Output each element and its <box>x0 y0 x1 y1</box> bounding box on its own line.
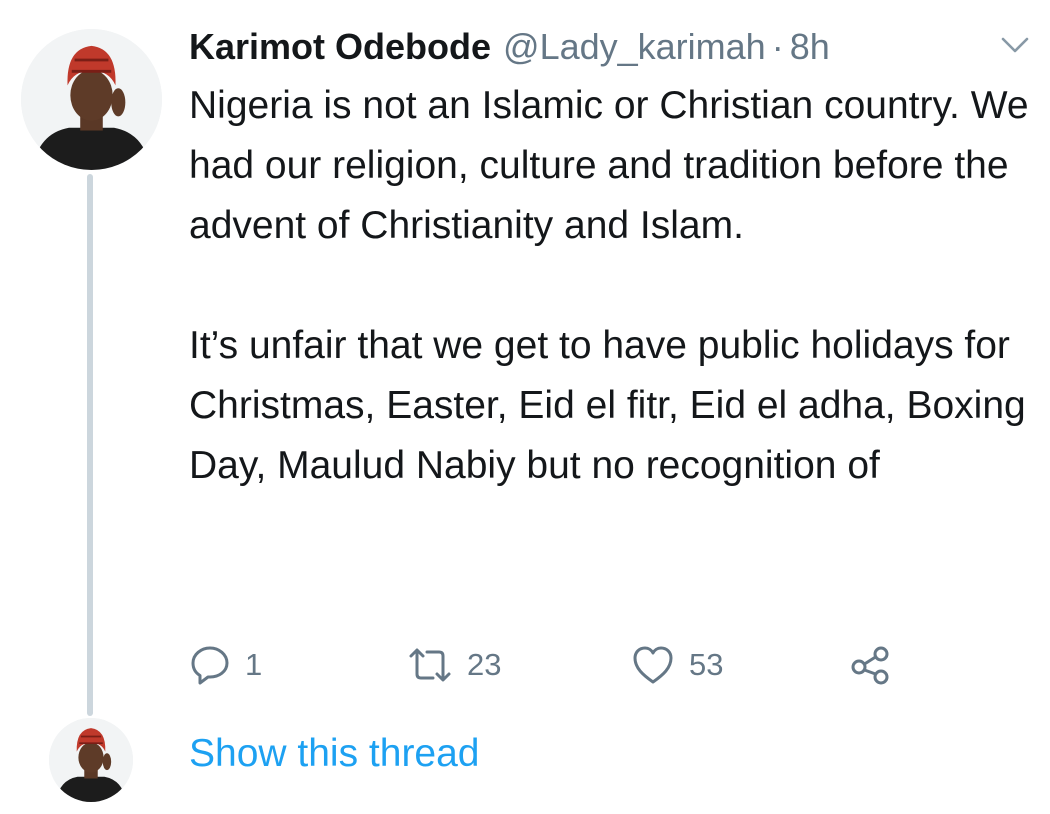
tweet-timestamp[interactable]: 8h <box>790 26 830 68</box>
tweet-header: Karimot Odebode @Lady_karimah · 8h <box>189 24 830 70</box>
reply-button[interactable]: 1 <box>189 640 262 690</box>
reply-icon <box>191 646 229 685</box>
share-button[interactable] <box>849 640 891 690</box>
tweet-menu-button[interactable] <box>1000 34 1030 56</box>
tweet-body: Nigeria is not an Islamic or Christian c… <box>189 76 1034 496</box>
thread-author-avatar[interactable] <box>49 718 133 802</box>
show-thread-link[interactable]: Show this thread <box>189 732 480 776</box>
author-avatar[interactable] <box>21 29 162 170</box>
author-handle[interactable]: @Lady_karimah <box>503 26 766 68</box>
retweet-icon <box>409 648 451 682</box>
thread-connector-line <box>87 174 93 716</box>
heart-icon <box>633 646 673 684</box>
tweet-paragraph: Nigeria is not an Islamic or Christian c… <box>189 84 1029 247</box>
like-button[interactable]: 53 <box>631 640 723 690</box>
avatar-image <box>21 29 162 170</box>
like-count: 53 <box>689 647 724 682</box>
avatar-image <box>49 718 133 802</box>
chevron-down-icon <box>1001 37 1029 53</box>
retweet-button[interactable]: 23 <box>407 640 501 690</box>
share-icon <box>851 646 889 685</box>
retweet-count: 23 <box>467 647 502 682</box>
reply-count: 1 <box>245 647 263 682</box>
header-separator: · <box>771 26 784 67</box>
author-name[interactable]: Karimot Odebode <box>189 26 491 68</box>
tweet-paragraph: It’s unfair that we get to have public h… <box>189 324 1026 487</box>
